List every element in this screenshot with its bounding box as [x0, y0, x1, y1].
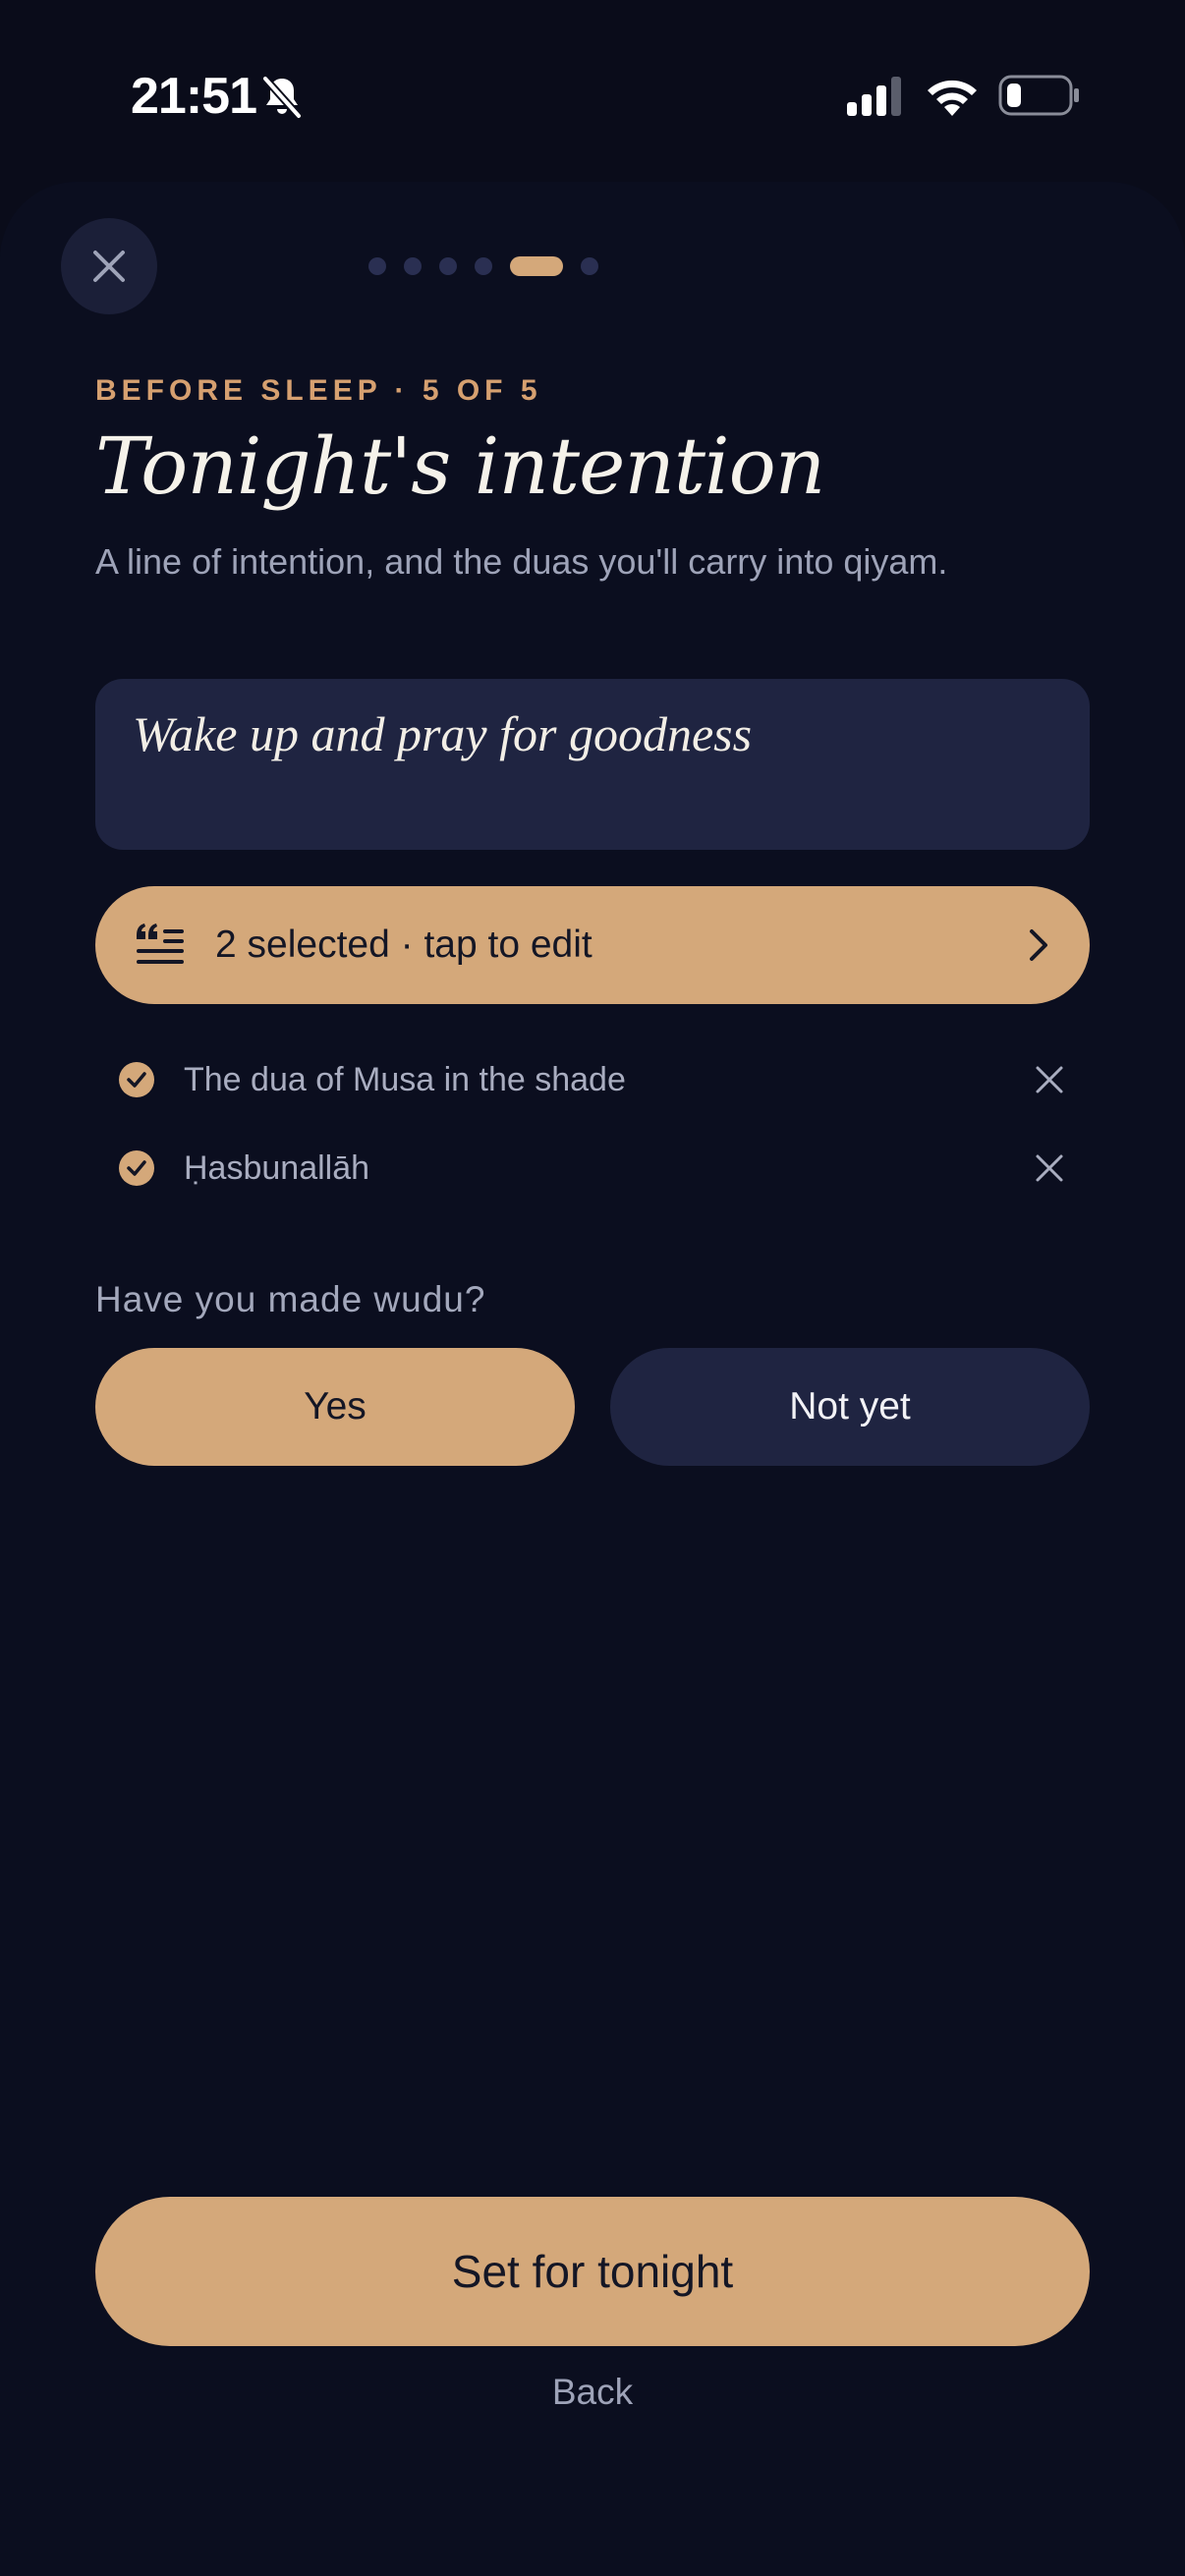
- screen: 21:51 BEFORE SLEEP · 5 OF 5 Tonight's in…: [0, 0, 1185, 2576]
- selected-dua-label: Ḥasbunallāh: [184, 1149, 370, 1187]
- progress-dot: [581, 257, 598, 275]
- check-circle-icon: [119, 1062, 154, 1097]
- progress-dot: [439, 257, 457, 275]
- intention-field[interactable]: Wake up and pray for goodness: [95, 679, 1090, 850]
- step-eyebrow: BEFORE SLEEP · 5 OF 5: [95, 374, 542, 407]
- back-link[interactable]: Back: [0, 2368, 1185, 2417]
- bell-slash-icon: [262, 76, 302, 119]
- remove-x-icon[interactable]: [1035, 1065, 1064, 1094]
- signal-icon: [847, 77, 901, 116]
- check-circle-icon: [119, 1150, 154, 1186]
- close-icon: [93, 251, 125, 282]
- close-button[interactable]: [61, 218, 157, 314]
- chevron-right-icon: [1030, 929, 1047, 961]
- remove-x-icon[interactable]: [1035, 1153, 1064, 1183]
- wudu-question: Have you made wudu?: [95, 1279, 486, 1319]
- progress-dot: [404, 257, 422, 275]
- progress-dot: [475, 257, 492, 275]
- status-bar: 21:51: [0, 0, 1185, 187]
- set-for-tonight-button[interactable]: Set for tonight: [95, 2197, 1090, 2346]
- selected-dua-label: The dua of Musa in the shade: [184, 1061, 626, 1098]
- battery-icon: [998, 75, 1079, 116]
- page-subtitle: A line of intention, and the duas you'll…: [95, 541, 948, 582]
- wifi-icon: [928, 80, 977, 116]
- wudu-yes-button[interactable]: Yes: [95, 1348, 575, 1466]
- progress-dot-active: [510, 256, 563, 276]
- status-time: 21:51: [131, 68, 257, 125]
- edit-duas-button[interactable]: 2 selected · tap to edit: [95, 886, 1090, 1004]
- edit-duas-label: 2 selected · tap to edit: [215, 924, 592, 966]
- progress-dots: [368, 255, 598, 277]
- selected-dua-item: Ḥasbunallāh: [95, 1134, 1090, 1203]
- selected-dua-item: The dua of Musa in the shade: [95, 1045, 1090, 1114]
- page-title: Tonight's intention: [95, 420, 825, 512]
- progress-dot: [368, 257, 386, 275]
- intention-text: Wake up and pray for goodness: [133, 706, 753, 761]
- quote-list-icon: [137, 924, 184, 964]
- wudu-not-yet-button[interactable]: Not yet: [610, 1348, 1090, 1466]
